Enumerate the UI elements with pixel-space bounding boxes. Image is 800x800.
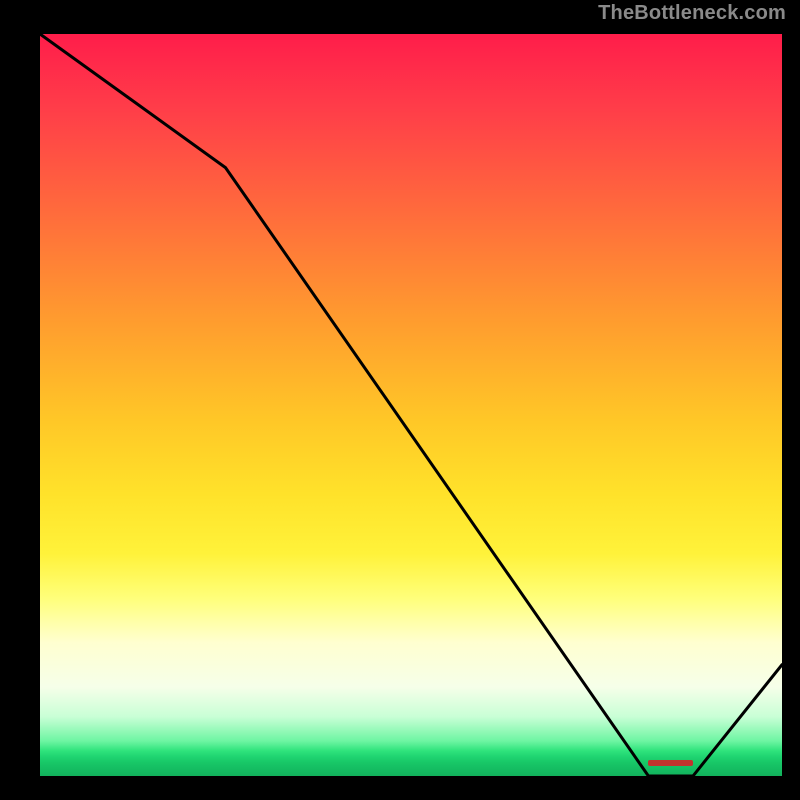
line-svg <box>40 34 782 776</box>
watermark-text: TheBottleneck.com <box>598 2 786 25</box>
plot-frame <box>36 30 786 780</box>
chart-container: TheBottleneck.com <box>0 0 800 800</box>
series-line <box>40 34 782 776</box>
optimal-band-marker <box>648 760 693 766</box>
plot-gradient-background <box>40 34 782 776</box>
